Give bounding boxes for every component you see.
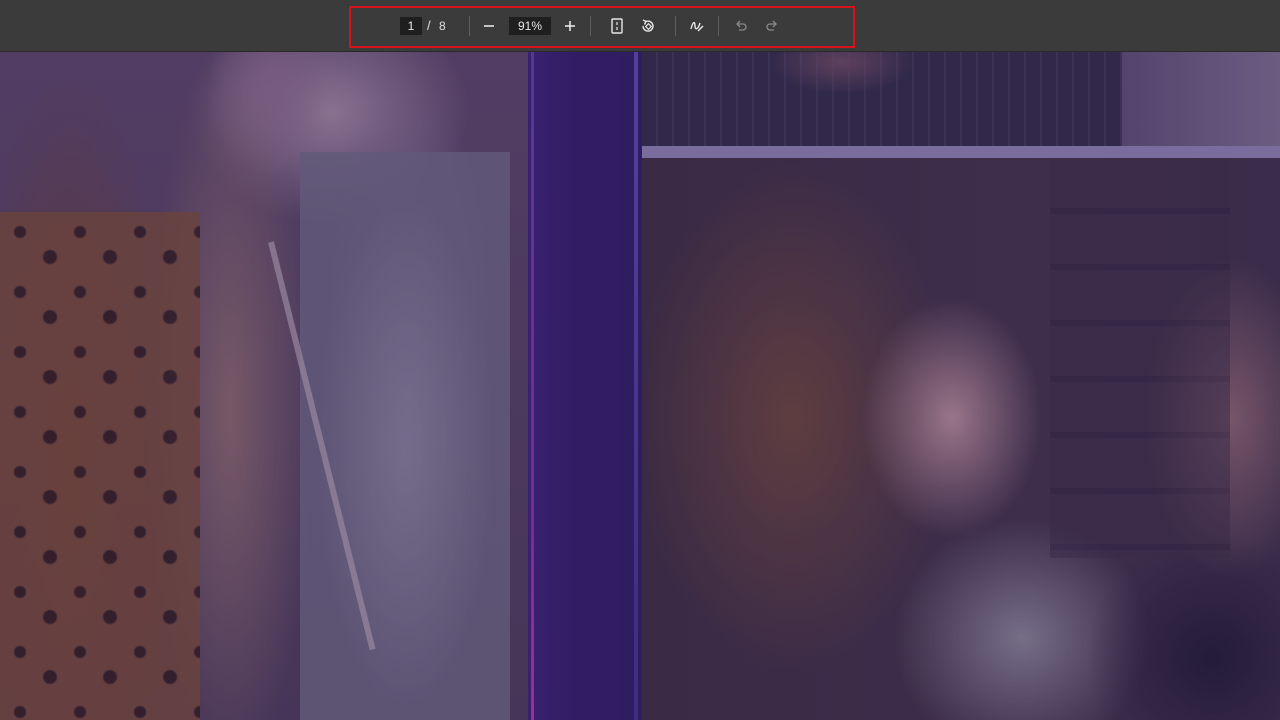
document-page — [0, 52, 1280, 720]
redo-button[interactable] — [760, 14, 784, 38]
toolbar-divider — [675, 16, 676, 36]
photo-left-sweater — [300, 152, 510, 720]
page-separator: / — [427, 18, 431, 33]
viewer-toolbar: / 8 — [0, 0, 1280, 52]
toolbar-divider — [718, 16, 719, 36]
zoom-level-input[interactable] — [509, 17, 551, 35]
rotate-button[interactable] — [636, 14, 660, 38]
toolbar-controls-group: / 8 — [349, 6, 855, 48]
pdf-viewer: / 8 — [0, 0, 1280, 720]
minus-icon — [484, 25, 494, 27]
photo-bookshelves — [1050, 158, 1230, 558]
zoom-out-button[interactable] — [477, 14, 501, 38]
page-accent-strip — [528, 52, 642, 720]
rotate-icon — [642, 19, 654, 32]
page-accent-strip-edge — [634, 52, 638, 720]
undo-icon — [736, 20, 747, 31]
fit-page-icon — [611, 18, 623, 34]
plus-icon — [565, 21, 575, 31]
photo-top-right — [642, 52, 1280, 146]
toolbar-divider — [469, 16, 470, 36]
draw-icon — [690, 21, 704, 32]
redo-icon — [766, 20, 777, 31]
draw-button[interactable] — [685, 14, 709, 38]
fit-page-button[interactable] — [605, 14, 629, 38]
page-number-input[interactable] — [400, 17, 422, 35]
undo-button[interactable] — [729, 14, 753, 38]
toolbar-divider — [590, 16, 591, 36]
page-accent-strip-edge — [531, 52, 534, 720]
zoom-in-button[interactable] — [558, 14, 582, 38]
photo-left-leopard-coat — [0, 212, 200, 720]
photo-frame-band — [642, 146, 1280, 158]
page-total-count: 8 — [439, 19, 446, 33]
